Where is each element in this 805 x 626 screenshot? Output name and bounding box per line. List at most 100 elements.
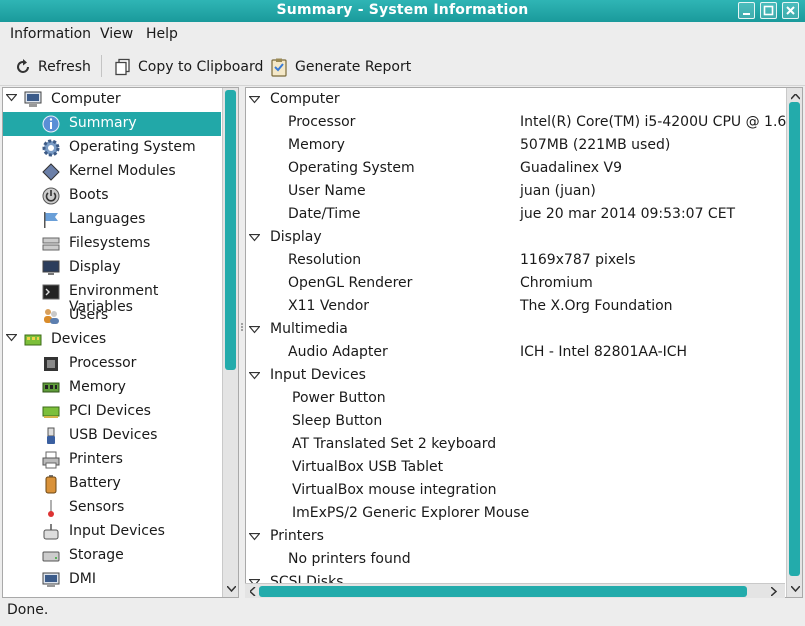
info-row: User Name juan (juan): [246, 180, 786, 203]
tree-item-computer[interactable]: Computer: [3, 88, 221, 112]
tree-expander-icon[interactable]: [6, 94, 17, 102]
tree-item-pci-devices[interactable]: PCI Devices: [3, 400, 221, 424]
info-key: VirtualBox mouse integration: [292, 482, 497, 498]
refresh-button[interactable]: Refresh: [14, 56, 91, 78]
pane-divider[interactable]: [240, 320, 244, 331]
close-icon: [786, 6, 795, 15]
flag-icon: [44, 212, 58, 228]
tree-item-summary[interactable]: Summary: [3, 112, 221, 136]
tree-item-dmi[interactable]: DMI: [3, 568, 221, 592]
section-expander-icon[interactable]: [249, 533, 260, 541]
sensor-icon: [48, 500, 54, 517]
tree-item-operating-system[interactable]: Operating System: [3, 136, 221, 160]
tree-item-environment-variables[interactable]: Environment Variables: [3, 280, 221, 315]
title-bar: Summary - System Information: [0, 0, 805, 22]
tree-scroll-thumb[interactable]: [225, 90, 236, 370]
tree-item-languages[interactable]: Languages: [3, 208, 221, 232]
category-tree[interactable]: Computer Summary Operating System Kernel Mo…: [2, 87, 239, 598]
devices-icon: [24, 334, 42, 346]
tree-item-memory[interactable]: Memory: [3, 376, 221, 400]
info-value: Intel(R) Core(TM) i5-4200U CPU @ 1.60GHz: [520, 114, 803, 130]
section-expander-icon[interactable]: [249, 372, 260, 380]
section-expander-icon[interactable]: [249, 234, 260, 242]
storage-icon: [42, 551, 60, 562]
info-scroll-down-arrow[interactable]: [788, 582, 802, 596]
info-section[interactable]: Multimedia: [246, 318, 786, 341]
info-value: 1169x787 pixels: [520, 252, 636, 268]
tree-item-label: PCI Devices: [69, 403, 151, 419]
tree-item-display[interactable]: Display: [3, 256, 221, 280]
info-scroll-thumb[interactable]: [789, 102, 800, 576]
info-row: No printers found: [246, 548, 786, 571]
report-icon: [271, 58, 287, 77]
tree-item-usb-devices[interactable]: USB Devices: [3, 424, 221, 448]
tree-expander-icon[interactable]: [6, 334, 17, 342]
close-button[interactable]: [782, 2, 799, 19]
info-key: Operating System: [288, 160, 415, 176]
tree-item-label: Processor: [69, 355, 137, 371]
gear-icon: [42, 139, 60, 157]
scroll-right-arrow[interactable]: [767, 584, 781, 598]
chevron-down-icon: [226, 586, 236, 592]
info-section[interactable]: Input Devices: [246, 364, 786, 387]
info-value: Chromium: [520, 275, 593, 291]
generate-report-button[interactable]: Generate Report: [269, 56, 411, 78]
tree-item-storage[interactable]: Storage: [3, 544, 221, 568]
tree-item-users[interactable]: Users: [3, 304, 221, 328]
refresh-icon: [17, 59, 29, 73]
info-value: Guadalinex V9: [520, 160, 623, 176]
info-row: ImExPS/2 Generic Explorer Mouse: [246, 502, 786, 525]
info-key: ImExPS/2 Generic Explorer Mouse: [292, 505, 530, 521]
chevron-down-icon: [790, 586, 800, 592]
horizontal-scroll-thumb[interactable]: [259, 586, 747, 597]
tree-item-printers[interactable]: Printers: [3, 448, 221, 472]
scroll-left-arrow[interactable]: [246, 584, 260, 598]
tree-item-label: Memory: [69, 379, 126, 395]
info-key: Processor: [288, 114, 356, 130]
tree-item-processor[interactable]: Processor: [3, 352, 221, 376]
tree-item-label: Summary: [69, 115, 137, 131]
filesystem-icon: [42, 237, 60, 251]
info-section[interactable]: Printers: [246, 525, 786, 548]
info-row: VirtualBox USB Tablet: [246, 456, 786, 479]
menu-view[interactable]: View: [100, 26, 133, 42]
grip-icon: [241, 323, 243, 331]
tree-scroll-down-arrow[interactable]: [224, 582, 238, 596]
tree-item-kernel-modules[interactable]: Kernel Modules: [3, 160, 221, 184]
info-row: Memory 507MB (221MB used): [246, 134, 786, 157]
info-row: Operating System Guadalinex V9: [246, 157, 786, 180]
section-expander-icon[interactable]: [249, 326, 260, 334]
info-section[interactable]: Computer: [246, 88, 786, 111]
copy-to-clipboard-button[interactable]: Copy to Clipboard: [114, 56, 263, 78]
menu-bar: Information View Help: [0, 22, 805, 46]
tree-item-label: Boots: [69, 187, 109, 203]
maximize-button[interactable]: [760, 2, 777, 19]
report-label: Generate Report: [295, 59, 412, 75]
info-section[interactable]: Display: [246, 226, 786, 249]
input-icon: [43, 524, 59, 540]
info-icon: [42, 115, 60, 133]
tree-item-label: USB Devices: [69, 427, 158, 443]
tree-item-label: Operating System: [69, 139, 196, 155]
info-horizontal-scrollbar[interactable]: [245, 583, 785, 598]
info-row: Audio Adapter ICH - Intel 82801AA-ICH: [246, 341, 786, 364]
tree-item-input-devices[interactable]: Input Devices: [3, 520, 221, 544]
menu-help[interactable]: Help: [146, 26, 178, 42]
tree-item-devices[interactable]: Devices: [3, 328, 221, 352]
minimize-button[interactable]: [738, 2, 755, 19]
info-row: AT Translated Set 2 keyboard: [246, 433, 786, 456]
section-label: Input Devices: [270, 367, 366, 383]
tree-item-sensors[interactable]: Sensors: [3, 496, 221, 520]
section-expander-icon[interactable]: [249, 96, 260, 104]
info-key: User Name: [288, 183, 366, 199]
tree-item-battery[interactable]: Battery: [3, 472, 221, 496]
tree-scrollbar[interactable]: [222, 88, 238, 597]
info-pane[interactable]: Computer Processor Intel(R) Core(TM) i5-42…: [245, 87, 803, 598]
tree-item-boots[interactable]: Boots: [3, 184, 221, 208]
info-row: X11 Vendor The X.Org Foundation: [246, 295, 786, 318]
info-scrollbar[interactable]: [786, 88, 802, 597]
info-key: Date/Time: [288, 206, 361, 222]
tree-item-filesystems[interactable]: Filesystems: [3, 232, 221, 256]
section-label: Printers: [270, 528, 324, 544]
menu-information[interactable]: Information: [10, 26, 91, 42]
